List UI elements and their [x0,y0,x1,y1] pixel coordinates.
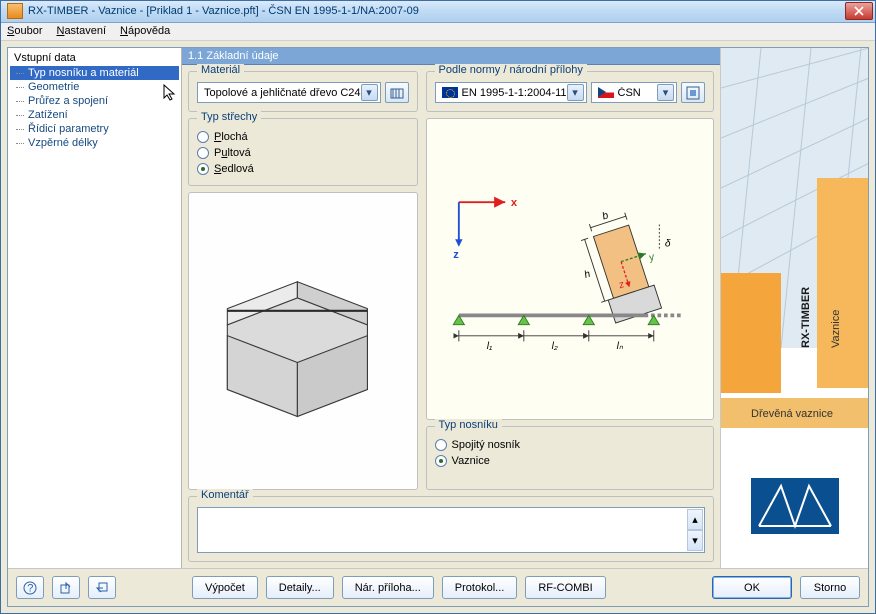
material-legend: Materiál [197,64,244,76]
annex-button[interactable]: Nár. příloha... [342,576,434,599]
group-beam-type: Typ nosníku Spojitý nosník Vaznice [426,426,714,490]
menu-settings[interactable]: Nastavení [56,25,106,37]
menu-file[interactable]: Soubor [7,25,42,37]
rfcombi-button[interactable]: RF-COMBI [525,576,605,599]
svg-text:b: b [601,210,610,222]
standard-annex-value: ČSN [618,87,657,99]
svg-text:l₂: l₂ [551,341,557,352]
product-subtitle: Vaznice [830,310,842,348]
close-icon [854,6,864,16]
work-area: Vstupní data Typ nosníku a materiál Geom… [7,47,869,607]
tree-root[interactable]: Vstupní data [10,50,179,66]
export-button-1[interactable] [52,576,80,599]
chevron-down-icon: ▾ [657,84,674,101]
roof-legend: Typ střechy [197,111,261,123]
cancel-button[interactable]: Storno [800,576,860,599]
standard-settings-button[interactable] [681,82,705,103]
svg-text:y: y [646,252,656,265]
radio-icon [197,147,209,159]
material-combo[interactable]: Topolové a jehličnaté dřevo C24 ▾ [197,82,381,103]
material-library-button[interactable] [385,82,409,103]
roof-3d-icon [195,199,411,483]
ok-button[interactable]: OK [712,576,792,599]
menu-help[interactable]: Nápověda [120,25,170,37]
app-icon [7,3,23,19]
beam-legend: Typ nosníku [435,419,502,431]
product-title: RX-TIMBER [800,287,812,348]
close-button[interactable] [845,2,873,20]
comment-spin-down[interactable]: ▾ [687,530,703,551]
bottom-button-bar: ? Výpočet Detaily... Nár. příloha... Pro… [8,568,868,606]
comment-textarea[interactable]: ▴ ▾ [197,507,705,553]
radio-icon [197,131,209,143]
calculate-button[interactable]: Výpočet [192,576,258,599]
section-header: 1.1 Základní údaje [182,48,720,65]
export-icon [59,581,73,595]
comment-legend: Komentář [197,489,253,501]
tree-item-type-material[interactable]: Typ nosníku a materiál [10,66,179,80]
svg-text:h: h [583,269,592,281]
material-value: Topolové a jehličnaté dřevo C24 [204,87,361,99]
roof-option-gable[interactable]: Sedlová [197,161,409,177]
tree-item-section[interactable]: Průřez a spojení [10,94,179,108]
chevron-down-icon: ▾ [361,84,378,101]
title-bar: RX-TIMBER - Vaznice - [Priklad 1 - Vazni… [1,1,875,23]
export-button-2[interactable] [88,576,116,599]
details-button[interactable]: Detaily... [266,576,334,599]
tree-item-geometry[interactable]: Geometrie [10,80,179,94]
navigation-tree: Vstupní data Typ nosníku a materiál Geom… [8,48,182,568]
section-diagram: x z [426,118,714,420]
svg-text:l₁: l₁ [486,341,491,352]
roof-3d-preview [188,192,418,490]
help-button[interactable]: ? [16,576,44,599]
product-banner: RX-TIMBER Vaznice Dřevěná vaznice [721,48,868,568]
beam-option-continuous[interactable]: Spojitý nosník [435,437,705,453]
settings-icon [686,86,700,100]
standard-legend: Podle normy / národní přílohy [435,64,587,76]
protocol-button[interactable]: Protokol... [442,576,518,599]
axis-x-label: x [510,197,517,209]
group-material: Materiál Topolové a jehličnaté dřevo C24… [188,71,418,112]
chevron-down-icon: ▾ [567,84,584,101]
standard-norm-combo[interactable]: EN 1995-1-1:2004-11 ▾ [435,82,587,103]
export-icon [95,581,109,595]
tree-item-control[interactable]: Řídicí parametry [10,122,179,136]
tree-item-loads[interactable]: Zatížení [10,108,179,122]
product-caption: Dřevěná vaznice [751,408,833,420]
beam-option-purlin[interactable]: Vaznice [435,453,705,469]
group-standard: Podle normy / národní přílohy EN 1995-1-… [426,71,714,112]
library-icon [390,86,404,100]
roof-option-shed[interactable]: Pultová [197,145,409,161]
cz-flag-icon [598,87,614,98]
radio-icon [435,455,447,467]
app-window: RX-TIMBER - Vaznice - [Priklad 1 - Vazni… [0,0,876,614]
product-side-panel: RX-TIMBER Vaznice Dřevěná vaznice [720,48,868,568]
menu-bar: Soubor Nastavení Nápověda [1,23,875,41]
comment-spin-up[interactable]: ▴ [687,509,703,530]
roof-option-flat[interactable]: Plochá [197,129,409,145]
tree-item-buckling[interactable]: Vzpěrné délky [10,136,179,150]
section-diagram-svg: x z [431,123,709,415]
svg-text:lₙ: lₙ [616,341,623,352]
radio-icon [435,439,447,451]
group-roof-type: Typ střechy Plochá Pultová [188,118,418,186]
eu-flag-icon [442,87,458,98]
group-comment: Komentář ▴ ▾ [188,496,714,562]
svg-text:δ: δ [664,239,670,250]
help-icon: ? [23,581,37,595]
axis-z-label: z [453,249,459,261]
standard-annex-combo[interactable]: ČSN ▾ [591,82,677,103]
window-title: RX-TIMBER - Vaznice - [Priklad 1 - Vazni… [28,5,845,17]
main-panel: 1.1 Základní údaje Materiál Topolové a j… [182,48,720,568]
standard-norm-value: EN 1995-1-1:2004-11 [462,87,567,99]
svg-text:?: ? [27,582,33,594]
radio-icon [197,163,209,175]
